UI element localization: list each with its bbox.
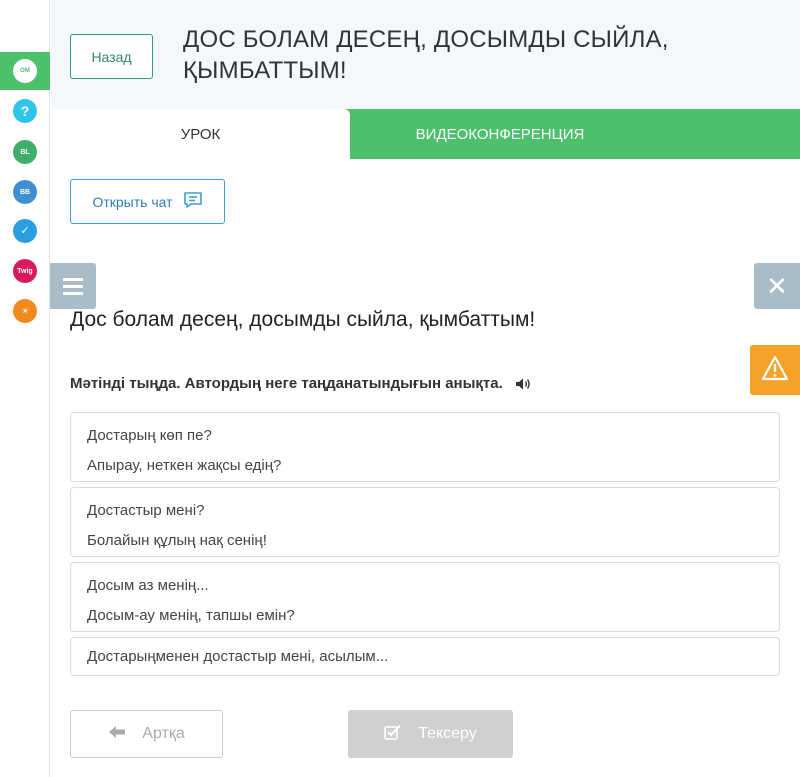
rail-item-onlinemektep[interactable]: OM (0, 52, 50, 90)
app-rail: OM ? BL BB ✓ Twig ☀ (0, 0, 50, 777)
hamburger-icon-bar (63, 291, 83, 295)
close-button[interactable]: ✕ (754, 263, 800, 309)
tab-lesson[interactable]: УРОК (51, 109, 350, 159)
answer-option[interactable]: Достарың көп пе? Апырау, неткен жақсы ед… (70, 412, 780, 482)
rail-item-help[interactable]: ? (0, 92, 50, 130)
check-answer-button[interactable]: Тексеру (348, 710, 513, 758)
tab-bar: УРОК ВИДЕОКОНФЕРЕНЦИЯ (51, 109, 800, 159)
imagine-icon: ☀ (13, 299, 37, 323)
help-icon: ? (13, 99, 37, 123)
lesson-title: Дос болам десең, досымды сыйла, қымбатты… (70, 308, 536, 331)
twig-icon: Twig (13, 259, 37, 283)
speaker-icon[interactable] (515, 377, 532, 391)
answer-option[interactable]: Досым аз менің... Досым-ау менің, тапшы … (70, 562, 780, 632)
instruction-text: Мәтінді тыңда. Автордың неге таңданатынд… (70, 375, 503, 392)
report-problem-button[interactable] (750, 345, 800, 395)
option-line: Достастыр мені? (87, 502, 205, 519)
option-line: Досым-ау менің, тапшы емін? (87, 607, 295, 624)
open-chat-button[interactable]: Открыть чат (70, 179, 225, 224)
warning-icon (761, 355, 789, 386)
answer-option[interactable]: Достастыр мені? Болайын құлың нақ сенің! (70, 487, 780, 557)
option-line: Достарыңменен достастыр мені, асылым... (87, 648, 389, 665)
rail-item-test[interactable]: ✓ (0, 212, 50, 250)
bilimbook-icon: BB (13, 180, 37, 204)
check-label: Тексеру (418, 725, 477, 742)
previous-label: Артқа (142, 725, 185, 742)
open-chat-label: Открыть чат (92, 193, 173, 210)
option-line: Достарың көп пе? (87, 427, 212, 444)
check-square-icon (384, 724, 402, 745)
close-icon: ✕ (766, 270, 788, 301)
tab-videoconference[interactable]: ВИДЕОКОНФЕРЕНЦИЯ (350, 109, 650, 159)
answer-option[interactable]: Достарыңменен достастыр мені, асылым... (70, 637, 780, 676)
menu-toggle-button[interactable] (50, 263, 96, 309)
onlinemektep-icon: OM (13, 59, 37, 83)
task-instruction: Мәтінді тыңда. Автордың неге таңданатынд… (70, 375, 532, 392)
hamburger-icon-bar (63, 284, 83, 288)
chat-icon (183, 191, 203, 212)
lesson-header: Назад ДОС БОЛАМ ДЕСЕҢ, ДОСЫМДЫ СЫЙЛА, ҚЫ… (51, 0, 800, 109)
arrow-left-icon (108, 725, 126, 744)
back-button[interactable]: Назад (70, 34, 153, 79)
bilimland-icon: BL (13, 140, 37, 164)
hamburger-icon-bar (63, 277, 83, 281)
test-icon: ✓ (13, 219, 37, 243)
option-line: Апырау, неткен жақсы едің? (87, 457, 282, 474)
option-line: Болайын құлың нақ сенің! (87, 532, 267, 549)
option-line: Досым аз менің... (87, 577, 209, 594)
rail-item-twig[interactable]: Twig (0, 252, 50, 290)
page-title: ДОС БОЛАМ ДЕСЕҢ, ДОСЫМДЫ СЫЙЛА, ҚЫМБАТТЫ… (183, 26, 669, 84)
rail-item-bilimbook[interactable]: BB (0, 173, 50, 211)
previous-button[interactable]: Артқа (70, 710, 223, 758)
rail-item-imagine[interactable]: ☀ (0, 292, 50, 330)
rail-item-bilimland[interactable]: BL (0, 133, 50, 171)
